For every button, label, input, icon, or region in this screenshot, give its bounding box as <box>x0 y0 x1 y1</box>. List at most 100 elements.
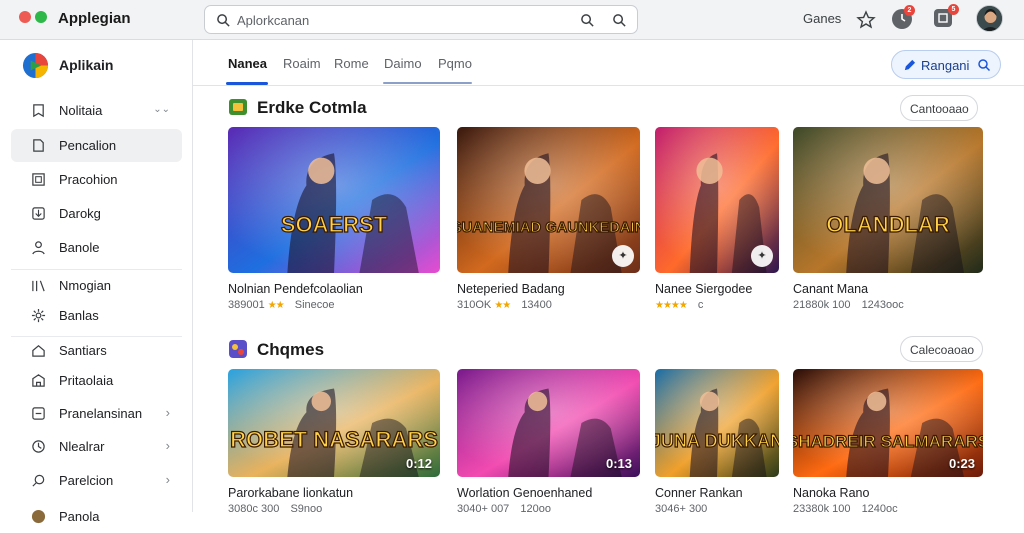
sidebar-item-pencalion[interactable]: Pencalion <box>11 129 182 162</box>
video-duration: 0:12 <box>405 456 432 471</box>
game-count: c <box>697 299 704 311</box>
game-title[interactable]: Worlation Genoenhaned <box>457 486 592 500</box>
game-artwork: JUNA DUKKAN <box>655 369 779 477</box>
notifications-button[interactable]: 2 <box>892 5 915 29</box>
game-stat: 310OK <box>457 299 492 311</box>
app-logo-icon <box>22 52 49 79</box>
rating-stars: ★★★★ <box>655 300 688 311</box>
messages-button[interactable]: 5 <box>934 4 959 27</box>
tab-roaim[interactable]: Roaim <box>283 56 321 86</box>
game-card-image[interactable]: ROBET NASARARS 0:12 <box>228 369 440 477</box>
game-logo-text: SUANEMIAD GAUNKEDAIN <box>457 220 640 236</box>
video-duration: 0:23 <box>948 456 975 471</box>
chevron-right-icon: › <box>165 438 170 453</box>
game-logo-text: OLANDLAR <box>826 212 950 237</box>
active-tab-indicator <box>226 82 268 85</box>
game-stat: 21880k 100 <box>793 299 851 311</box>
tab-hover-indicator <box>383 82 472 84</box>
game-meta: 310OK ★★ 13400 <box>457 299 552 311</box>
games-link[interactable]: Ganes <box>803 11 841 26</box>
store-icon <box>32 374 45 387</box>
search-bar[interactable] <box>204 5 638 34</box>
library-icon <box>32 280 45 292</box>
game-logo-text: SHADREIR SALMARARS <box>793 432 983 451</box>
game-count: 120oo <box>520 503 551 515</box>
play-badge-icon[interactable]: ✦ <box>612 245 634 267</box>
game-title[interactable]: Nanee Siergodee <box>655 282 752 296</box>
app-title: Applegian <box>58 10 131 27</box>
sidebar-item-banlas[interactable]: Banlas <box>11 299 182 332</box>
chevron-right-icon: › <box>165 405 170 420</box>
game-count: S9noo <box>290 503 323 515</box>
play-badge-icon[interactable]: ✦ <box>751 245 773 267</box>
game-title[interactable]: Canant Mana <box>793 282 868 296</box>
game-title[interactable]: Conner Rankan <box>655 486 743 500</box>
search-input[interactable] <box>237 11 537 29</box>
game-card-image[interactable]: SOAERST <box>228 127 440 273</box>
game-controller-icon <box>229 99 247 115</box>
search-options-icon[interactable] <box>612 13 627 28</box>
sidebar: Aplikain Nolitaia ⌄⌄ Pencalion Pracohion… <box>0 40 193 524</box>
rating-stars: ★★ <box>267 300 285 311</box>
square-icon <box>32 173 45 186</box>
sidebar-item-parelcion[interactable]: Parelcion › <box>11 464 182 497</box>
game-stat: 3046+ 300 <box>655 503 708 515</box>
game-card-image[interactable]: SHADREIR SALMARARS 0:23 <box>793 369 983 477</box>
game-stat: 23380k 100 <box>793 503 851 515</box>
close-window-button[interactable] <box>19 11 31 23</box>
user-avatar[interactable] <box>976 5 1003 32</box>
section-title: Chqmes <box>257 340 325 359</box>
game-card-image[interactable]: SUANEMIAD GAUNKEDAIN ✦ <box>457 127 640 273</box>
messages-badge: 5 <box>948 4 959 15</box>
sidebar-item-pritaolaia[interactable]: Pritaolaia <box>11 364 182 397</box>
title-bar: Applegian Ganes 2 5 <box>0 0 1024 40</box>
game-card-image[interactable]: JUNA DUKKAN <box>655 369 779 477</box>
star-icon[interactable] <box>856 10 876 30</box>
game-artwork: OLANDLAR <box>793 127 983 273</box>
game-card-image[interactable]: 0:13 <box>457 369 640 477</box>
file-icon <box>33 139 44 152</box>
search-icon <box>32 474 45 487</box>
sidebar-item-pranelansinan[interactable]: Pranelansinan › <box>11 397 182 430</box>
search-submit-icon[interactable] <box>580 13 595 28</box>
game-count: Sinecoe <box>294 299 335 311</box>
game-logo-text: SOAERST <box>281 212 388 237</box>
search-icon <box>978 59 991 72</box>
section-view-all-button[interactable]: Calecoaoao <box>900 336 984 362</box>
sidebar-item-nmogian[interactable]: Nmogian <box>11 269 182 302</box>
rating-stars: ★★ <box>494 300 511 311</box>
sidebar-item-panola[interactable]: Panola <box>11 500 182 533</box>
tab-rome[interactable]: Rome <box>334 56 369 86</box>
box-icon <box>32 407 45 420</box>
game-artwork: SOAERST <box>228 127 440 273</box>
section-view-all-button[interactable]: Cantooaao <box>900 95 978 121</box>
sidebar-item-nlealrar[interactable]: Nlealrar › <box>11 430 182 463</box>
range-button[interactable]: Rangani <box>891 50 1001 79</box>
sidebar-item-banole[interactable]: Banole <box>11 231 182 264</box>
game-title[interactable]: Nolnian Pendefcolaolian <box>228 282 363 296</box>
game-meta: 389001 ★★ Sinecoe <box>228 299 335 311</box>
maximize-window-button[interactable] <box>35 11 47 23</box>
sidebar-item-darokg[interactable]: Darokg <box>11 197 182 230</box>
game-card-image[interactable]: ✦ <box>655 127 779 273</box>
game-stat: 3040+ 007 <box>457 503 510 515</box>
sidebar-item-nolitaia[interactable]: Nolitaia ⌄⌄ <box>11 94 182 127</box>
notification-badge: 2 <box>904 5 915 16</box>
user-icon <box>32 241 45 255</box>
avatar-icon <box>977 6 1002 31</box>
game-count: 1240oc <box>861 503 898 515</box>
game-card-image[interactable]: OLANDLAR <box>793 127 983 273</box>
game-title[interactable]: Parorkabane lionkatun <box>228 486 353 500</box>
section-title: Erdke Cotmla <box>257 98 367 117</box>
game-meta: ★★★★ c <box>655 299 703 311</box>
sidebar-item-pracohion[interactable]: Pracohion <box>11 163 182 196</box>
game-meta: 3080c 300 S9noo <box>228 503 322 515</box>
game-title[interactable]: Nanoka Rano <box>793 486 869 500</box>
sidebar-item-santiars[interactable]: Santiars <box>11 334 182 367</box>
game-title[interactable]: Neteperied Badang <box>457 282 565 296</box>
chevron-right-icon: › <box>165 472 170 487</box>
game-count: 13400 <box>521 299 552 311</box>
game-meta: 23380k 100 1240oc <box>793 503 898 515</box>
bookmark-icon <box>33 104 44 118</box>
game-logo-text: JUNA DUKKAN <box>655 431 779 451</box>
